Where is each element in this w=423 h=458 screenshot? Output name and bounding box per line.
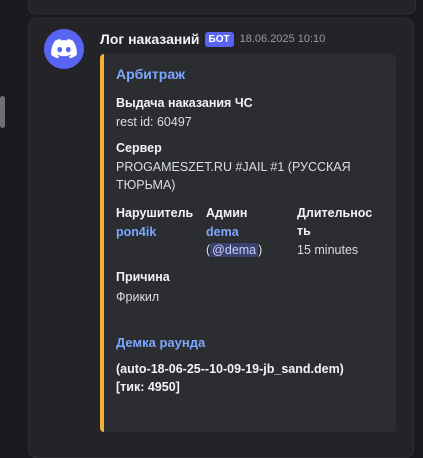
scrollbar-thumb[interactable] (0, 96, 5, 128)
reason-field-name: Причина (116, 270, 170, 284)
duration-field-value: 15 minutes (297, 243, 359, 257)
violator-link[interactable]: pon4ik (116, 225, 156, 239)
demo-title: Демка раунда (116, 335, 206, 350)
server-field-name: Сервер (116, 141, 162, 155)
admin-mention-wrap: (@dema) (206, 243, 262, 257)
reason-field-value: Фрикил (116, 290, 160, 304)
previous-message-card (28, 0, 416, 14)
demo-tick: [тик: 4950] (116, 380, 180, 394)
admin-link[interactable]: dema (206, 225, 239, 239)
action-field-value: rest id: 60497 (116, 115, 192, 129)
discord-logo-icon (51, 39, 77, 59)
demo-filename: (auto-18-06-25--10-09-19-jb_sand.dem) (116, 362, 344, 376)
embed-title: Арбитраж (116, 66, 186, 82)
punishment-embed: Арбитраж Выдача наказания ЧС rest id: 60… (100, 54, 396, 432)
message-header: Лог наказаний БОТ 18.06.2025 10:10 (100, 31, 325, 47)
bot-badge: БОТ (204, 31, 234, 47)
mention-close: ) (258, 243, 263, 257)
duration-field-name-line1: Длительнос (297, 206, 373, 220)
bot-avatar[interactable] (44, 29, 84, 69)
action-field-name: Выдача наказания ЧС (116, 96, 253, 110)
admin-mention[interactable]: @dema (210, 243, 259, 257)
duration-field-name-line2: ть (297, 224, 311, 238)
admin-field-name: Админ (206, 206, 248, 220)
server-field-value-line2: ТЮРЬМА) (116, 178, 176, 192)
server-field-value-line1: PROGAMESZET.RU #JAIL #1 (РУССКАЯ (116, 160, 351, 174)
author-name[interactable]: Лог наказаний (100, 31, 200, 47)
violator-field-name: Нарушитель (116, 206, 194, 220)
message-timestamp[interactable]: 18.06.2025 10:10 (240, 33, 326, 45)
